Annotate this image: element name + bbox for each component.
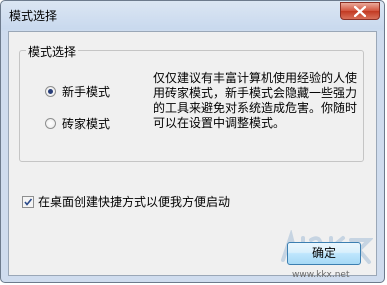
radio-novice-circle[interactable] (45, 86, 56, 97)
radio-novice-label: 新手模式 (62, 85, 111, 99)
groupbox-label: 模式选择 (26, 43, 79, 60)
ok-button[interactable]: 确定 (287, 242, 361, 265)
radio-novice-mode[interactable]: 新手模式 (45, 83, 110, 100)
checkbox-label: 在桌面创建快捷方式以便我方便启动 (38, 195, 231, 209)
window-title: 模式选择 (9, 9, 58, 23)
checkbox-box[interactable] (22, 195, 34, 208)
title-bar[interactable]: 模式选择 (1, 1, 384, 31)
checkmark-icon (24, 197, 33, 206)
radio-expert-circle[interactable] (45, 118, 56, 129)
desktop-shortcut-checkbox[interactable]: 在桌面创建快捷方式以便我方便启动 (22, 193, 230, 210)
radio-expert-label: 砖家模式 (62, 117, 111, 131)
dialog-content: 模式选择 新手模式 砖家模式 仅仅建议有丰富计算机使用经验的人使用砖家模式，新手… (8, 31, 377, 276)
close-icon (354, 6, 366, 17)
mode-description: 仅仅建议有丰富计算机使用经验的人使用砖家模式，新手模式会隐藏一些强力的工具来避免… (153, 71, 358, 130)
mode-groupbox: 模式选择 新手模式 砖家模式 仅仅建议有丰富计算机使用经验的人使用砖家模式，新手… (19, 43, 364, 162)
close-button[interactable] (340, 2, 380, 20)
watermark-url: www.kkx.net (292, 270, 350, 280)
dialog-window: 模式选择 模式选择 新手模式 砖家模式 仅仅建议有丰富计算机使用经验的人使用砖家… (0, 0, 385, 283)
radio-expert-mode[interactable]: 砖家模式 (45, 115, 110, 132)
